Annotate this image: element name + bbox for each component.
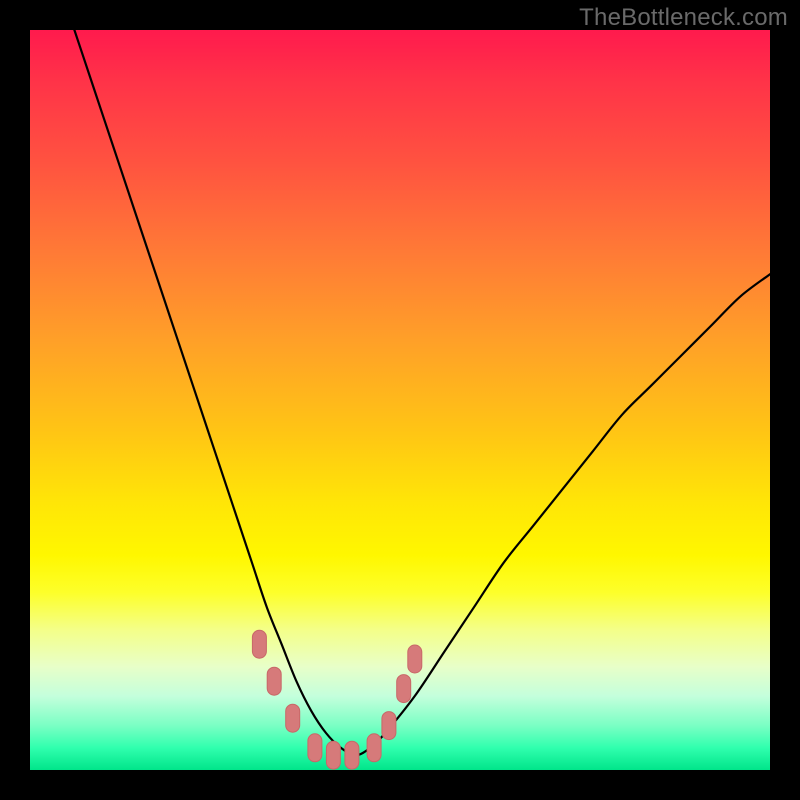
curve-marker	[345, 741, 359, 769]
curve-marker	[326, 741, 340, 769]
curve-marker	[397, 675, 411, 703]
bottleneck-curve	[30, 30, 770, 770]
curve-marker	[308, 734, 322, 762]
marker-group	[252, 630, 421, 769]
curve-marker	[267, 667, 281, 695]
chart-frame: TheBottleneck.com	[0, 0, 800, 800]
curve-marker	[252, 630, 266, 658]
curve-marker	[367, 734, 381, 762]
watermark-text: TheBottleneck.com	[579, 4, 788, 32]
curve-marker	[408, 645, 422, 673]
curve-marker	[382, 712, 396, 740]
plot-area	[30, 30, 770, 770]
curve-line	[74, 30, 770, 755]
curve-marker	[286, 704, 300, 732]
